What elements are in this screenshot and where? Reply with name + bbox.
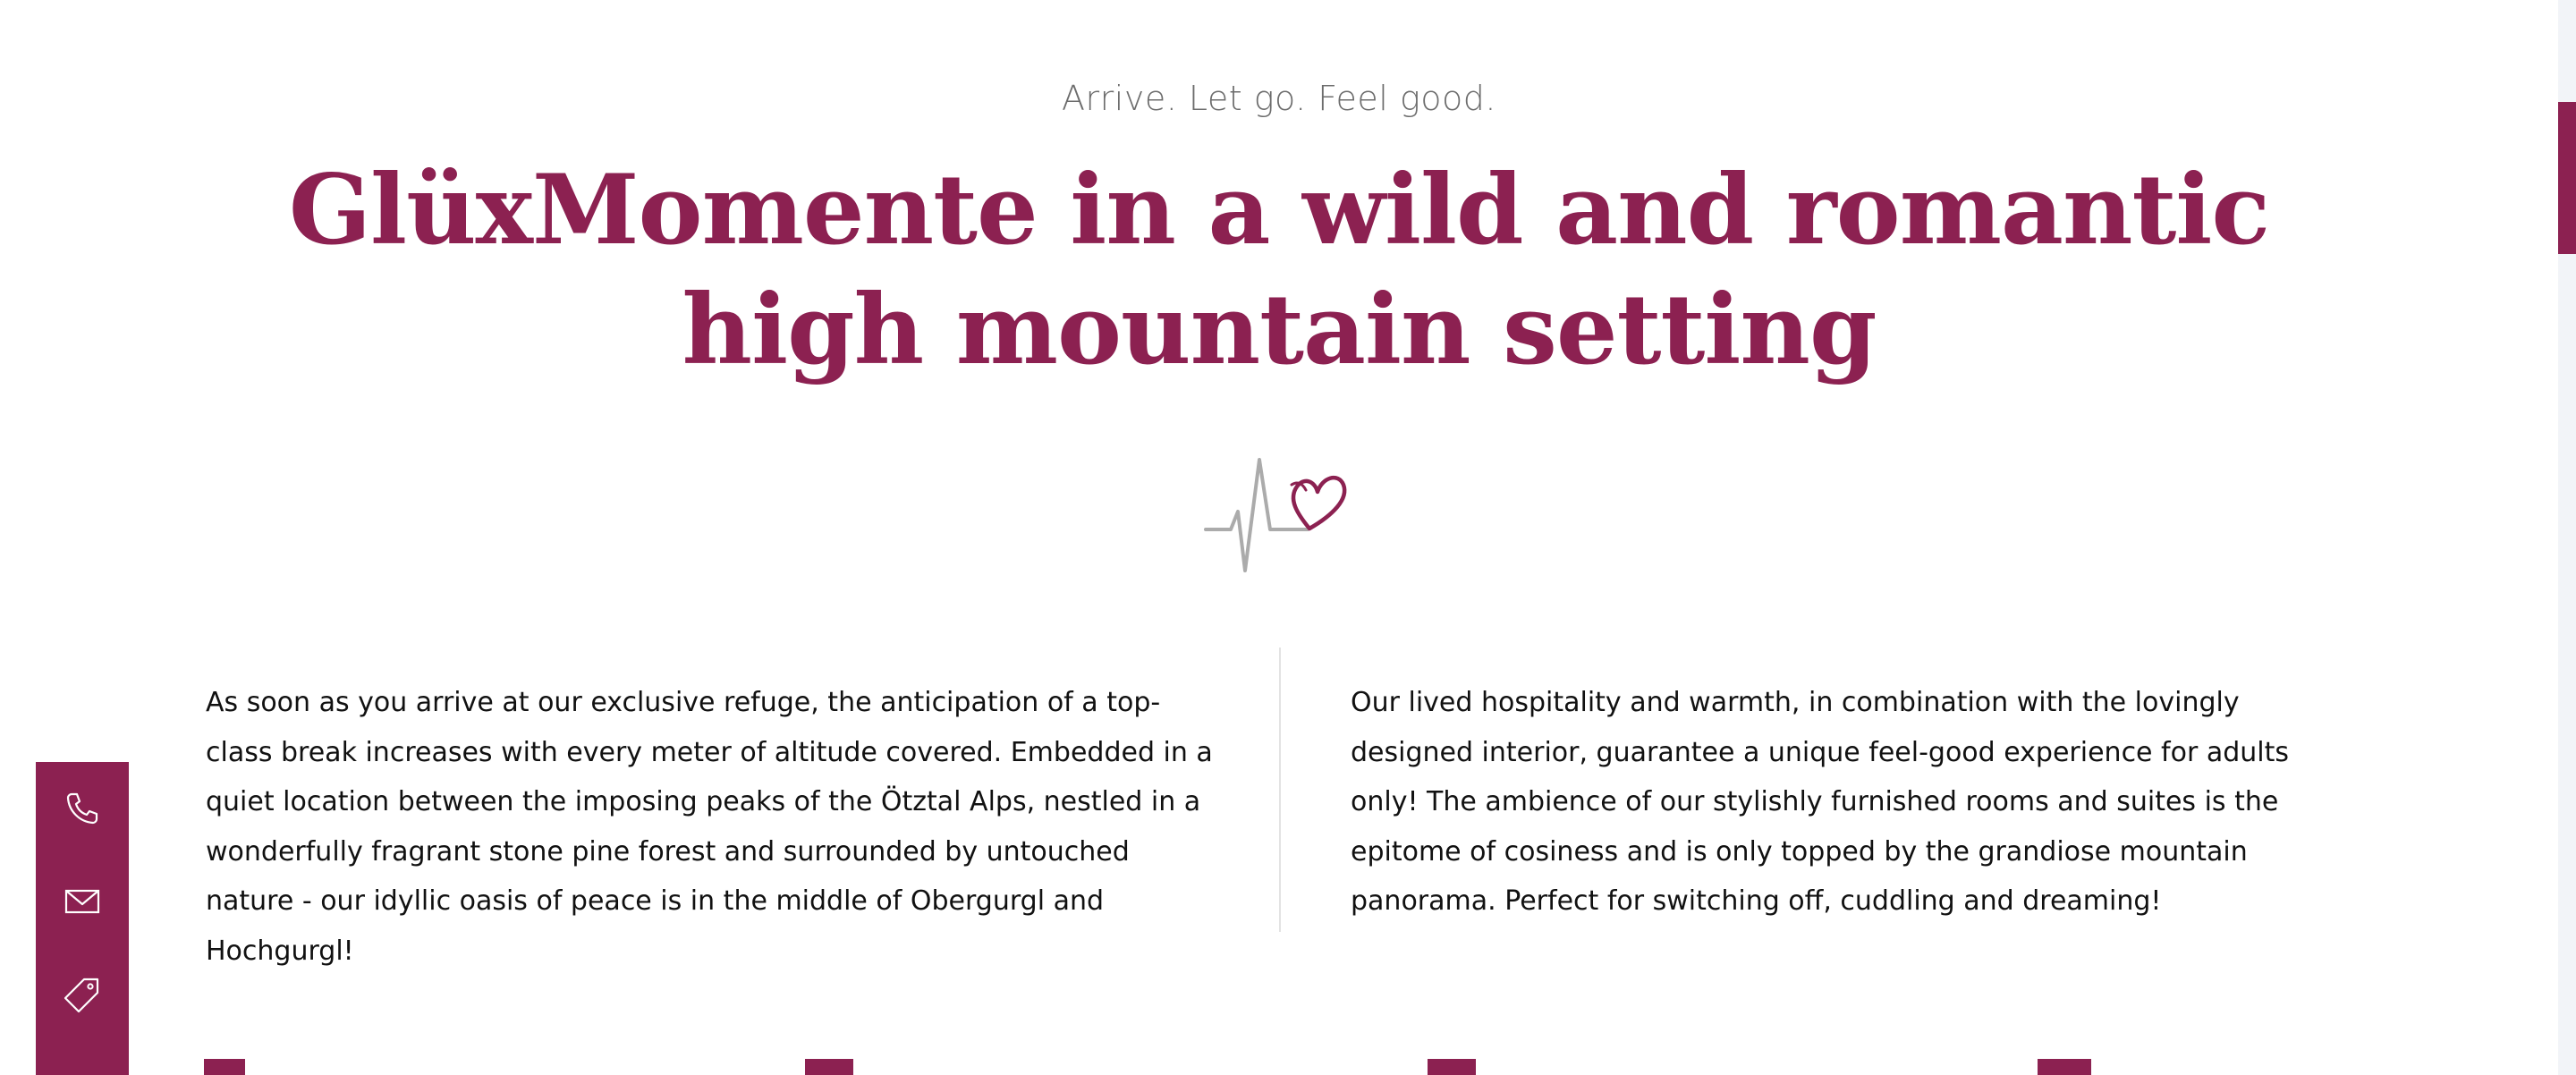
scrollbar-track[interactable] [2558,0,2576,1075]
phone-icon [66,792,98,825]
next-section-heading-partial [179,1048,2379,1075]
page: Arrive. Let go. Feel good. GlüxMomente i… [0,0,2558,1075]
tag-icon [64,978,99,1013]
contact-sidebar [36,762,129,1075]
column-divider [1279,648,1281,932]
offer-tag-button[interactable] [36,948,129,1041]
mail-button[interactable] [36,855,129,948]
intro-paragraph-left: As soon as you arrive at our exclusive r… [206,687,1213,967]
phone-button[interactable] [36,762,129,855]
page-headline: GlüxMomente in a wild and romantic high … [288,154,2270,386]
scrollbar-thumb[interactable] [2558,102,2576,254]
heartbeat-heart-icon [1204,458,1347,572]
intro-paragraph-right: Our lived hospitality and warmth, in com… [1351,687,2290,917]
tagline: Arrive. Let go. Feel good. [1062,79,1496,118]
mail-icon [64,889,100,914]
